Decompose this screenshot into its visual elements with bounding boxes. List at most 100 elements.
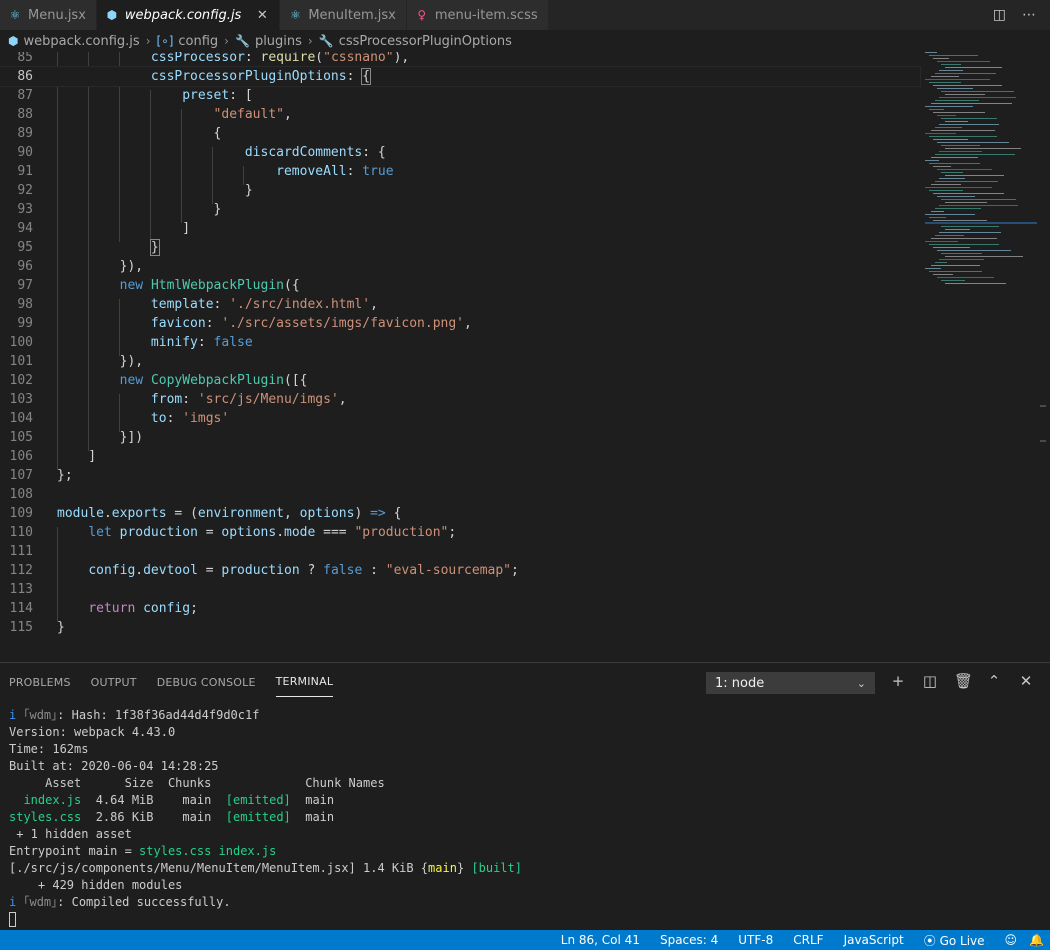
code-line[interactable]: 86 cssProcessorPluginOptions: { — [0, 66, 921, 87]
line-number: 86 — [17, 69, 33, 84]
panel-tab-debug-console[interactable]: DEBUG CONSOLE — [157, 668, 256, 697]
breadcrumb-file[interactable]: ⬢ webpack.config.js — [8, 34, 140, 49]
code-line[interactable]: 89 { — [0, 124, 920, 143]
go-live-button[interactable]: ⦿ Go Live — [924, 932, 985, 949]
tab-menu-item-scss[interactable]: ♀ menu-item.scss — [406, 0, 549, 30]
code-text: "default", — [213, 107, 292, 122]
code-line[interactable]: 109 module.exports = (environment, option… — [0, 504, 920, 523]
breadcrumb-options[interactable]: 🔧 cssProcessorPluginOptions — [319, 34, 512, 49]
code-line[interactable]: 107}; — [0, 466, 920, 485]
react-icon: ⚛ — [9, 8, 21, 22]
minimap-line — [937, 61, 990, 62]
code-line[interactable]: 90 discardComments: { — [0, 143, 920, 162]
tab-menuitem-jsx[interactable]: ⚛ MenuItem.jsx — [280, 0, 407, 30]
minimap-line — [935, 208, 981, 209]
code-line[interactable]: 100 minify: false — [0, 333, 920, 352]
status-bar: Ln 86, Col 41 Spaces: 4 UTF-8 CRLF JavaS… — [0, 930, 1050, 950]
code-line[interactable]: 110 let production = options.mode === "p… — [0, 523, 920, 542]
code-text: }), — [57, 259, 144, 274]
editor-scrollbar[interactable] — [1037, 52, 1050, 660]
code-text: ] — [57, 449, 97, 464]
minimap-line — [939, 151, 982, 152]
chevron-up-icon[interactable]: ⌃ — [986, 672, 1002, 690]
bell-icon[interactable]: 🔔 — [1029, 933, 1044, 947]
code-line[interactable]: 102 new CopyWebpackPlugin([{ — [0, 371, 920, 390]
terminal-select[interactable]: 1: node ⌄ — [706, 672, 875, 694]
tab-menu-jsx[interactable]: ⚛ Menu.jsx — [0, 0, 97, 30]
code-line[interactable]: 104 to: 'imgs' — [0, 409, 920, 428]
terminal-output[interactable]: i ｢wdm｣: Hash: 1f38f36ad44d4f9d0c1f Versi… — [9, 707, 522, 928]
code-text: preset: [ — [182, 88, 253, 103]
code-line[interactable]: 115} — [0, 618, 920, 637]
code-line[interactable]: 103 from: 'src/js/Menu/imgs', — [0, 390, 920, 409]
minimap-line — [945, 283, 1006, 284]
breadcrumb-options-label: cssProcessorPluginOptions — [338, 33, 512, 49]
language-mode[interactable]: JavaScript — [844, 933, 904, 947]
minimap[interactable] — [925, 52, 1037, 292]
close-icon[interactable]: ✕ — [255, 8, 269, 23]
chevron-right-icon: › — [307, 34, 313, 48]
minimap-line — [931, 157, 978, 158]
code-line[interactable]: 95 } — [0, 238, 920, 257]
terminal-line: Entrypoint main = styles.css index.js — [9, 844, 277, 858]
code-line[interactable]: 85 cssProcessor: require("cssnano"), — [0, 52, 920, 67]
minimap-line — [929, 109, 944, 110]
code-line[interactable]: 99 favicon: './src/assets/imgs/favicon.p… — [0, 314, 920, 333]
breadcrumb-config[interactable]: [∘] config — [157, 34, 219, 49]
indentation[interactable]: Spaces: 4 — [660, 933, 718, 947]
minimap-viewport[interactable] — [925, 222, 1037, 224]
line-number: 112 — [9, 563, 33, 578]
more-actions-icon[interactable]: ⋯ — [1022, 7, 1036, 23]
code-line[interactable]: 114 return config; — [0, 599, 920, 618]
code-line[interactable]: 97 new HtmlWebpackPlugin({ — [0, 276, 920, 295]
webpack-icon: ⬢ — [8, 34, 19, 48]
line-number: 113 — [9, 582, 33, 597]
minimap-line — [929, 190, 963, 191]
line-number: 102 — [9, 373, 33, 388]
code-line[interactable]: 98 template: './src/index.html', — [0, 295, 920, 314]
code-line[interactable]: 93 } — [0, 200, 920, 219]
code-line[interactable]: 111 — [0, 542, 920, 561]
code-text: return config; — [88, 601, 198, 616]
encoding[interactable]: UTF-8 — [738, 933, 773, 947]
line-number: 90 — [17, 145, 33, 160]
code-line[interactable]: 113 — [0, 580, 920, 599]
code-line[interactable]: 112 config.devtool = production ? false … — [0, 561, 920, 580]
code-line[interactable]: 92 } — [0, 181, 920, 200]
tab-webpack-config-js[interactable]: ⬢ webpack.config.js ✕ — [96, 0, 281, 30]
end-of-line[interactable]: CRLF — [793, 933, 823, 947]
split-terminal-icon[interactable]: ◫ — [922, 672, 938, 690]
code-line[interactable]: 106 ] — [0, 447, 920, 466]
code-line[interactable]: 91 removeAll: true — [0, 162, 920, 181]
panel-tab-output[interactable]: OUTPUT — [91, 668, 137, 697]
code-text: module.exports = (environment, options) … — [57, 506, 402, 521]
panel-tab-terminal[interactable]: TERMINAL — [275, 667, 334, 697]
code-text: }]) — [57, 430, 144, 445]
line-number: 87 — [17, 88, 33, 103]
minimap-line — [935, 235, 964, 236]
code-line[interactable]: 87 preset: [ — [0, 86, 920, 105]
panel-tab-problems[interactable]: PROBLEMS — [9, 668, 71, 697]
code-line[interactable]: 94 ] — [0, 219, 920, 238]
code-line[interactable]: 88 "default", — [0, 105, 920, 124]
code-line[interactable]: 105 }]) — [0, 428, 920, 447]
webpack-icon: ⬢ — [106, 8, 118, 22]
cursor-position[interactable]: Ln 86, Col 41 — [561, 933, 640, 947]
close-icon[interactable]: ✕ — [1018, 672, 1034, 690]
code-editor[interactable]: 85 cssProcessor: require("cssnano"), 86 c… — [0, 52, 1050, 660]
code-line[interactable]: 101 }), — [0, 352, 920, 371]
feedback-icon[interactable]: ☺ — [1005, 933, 1018, 947]
code-line[interactable]: 96 }), — [0, 257, 920, 276]
line-number: 93 — [17, 202, 33, 217]
code-line[interactable]: 108 — [0, 485, 920, 504]
split-editor-icon[interactable]: ◫ — [993, 7, 1006, 23]
terminal-line: index.js 4.64 MiB main [emitted] main — [23, 793, 335, 807]
minimap-line — [941, 145, 980, 146]
plus-icon[interactable]: + — [890, 672, 906, 690]
minimap-line — [935, 262, 947, 263]
breadcrumb-plugins[interactable]: 🔧 plugins — [235, 34, 302, 49]
minimap-line — [939, 70, 963, 71]
tab-bar-actions: ◫ ⋯ — [993, 0, 1050, 30]
trash-icon[interactable]: 🗑 — [954, 672, 973, 690]
terminal-prompt[interactable] — [9, 911, 522, 928]
